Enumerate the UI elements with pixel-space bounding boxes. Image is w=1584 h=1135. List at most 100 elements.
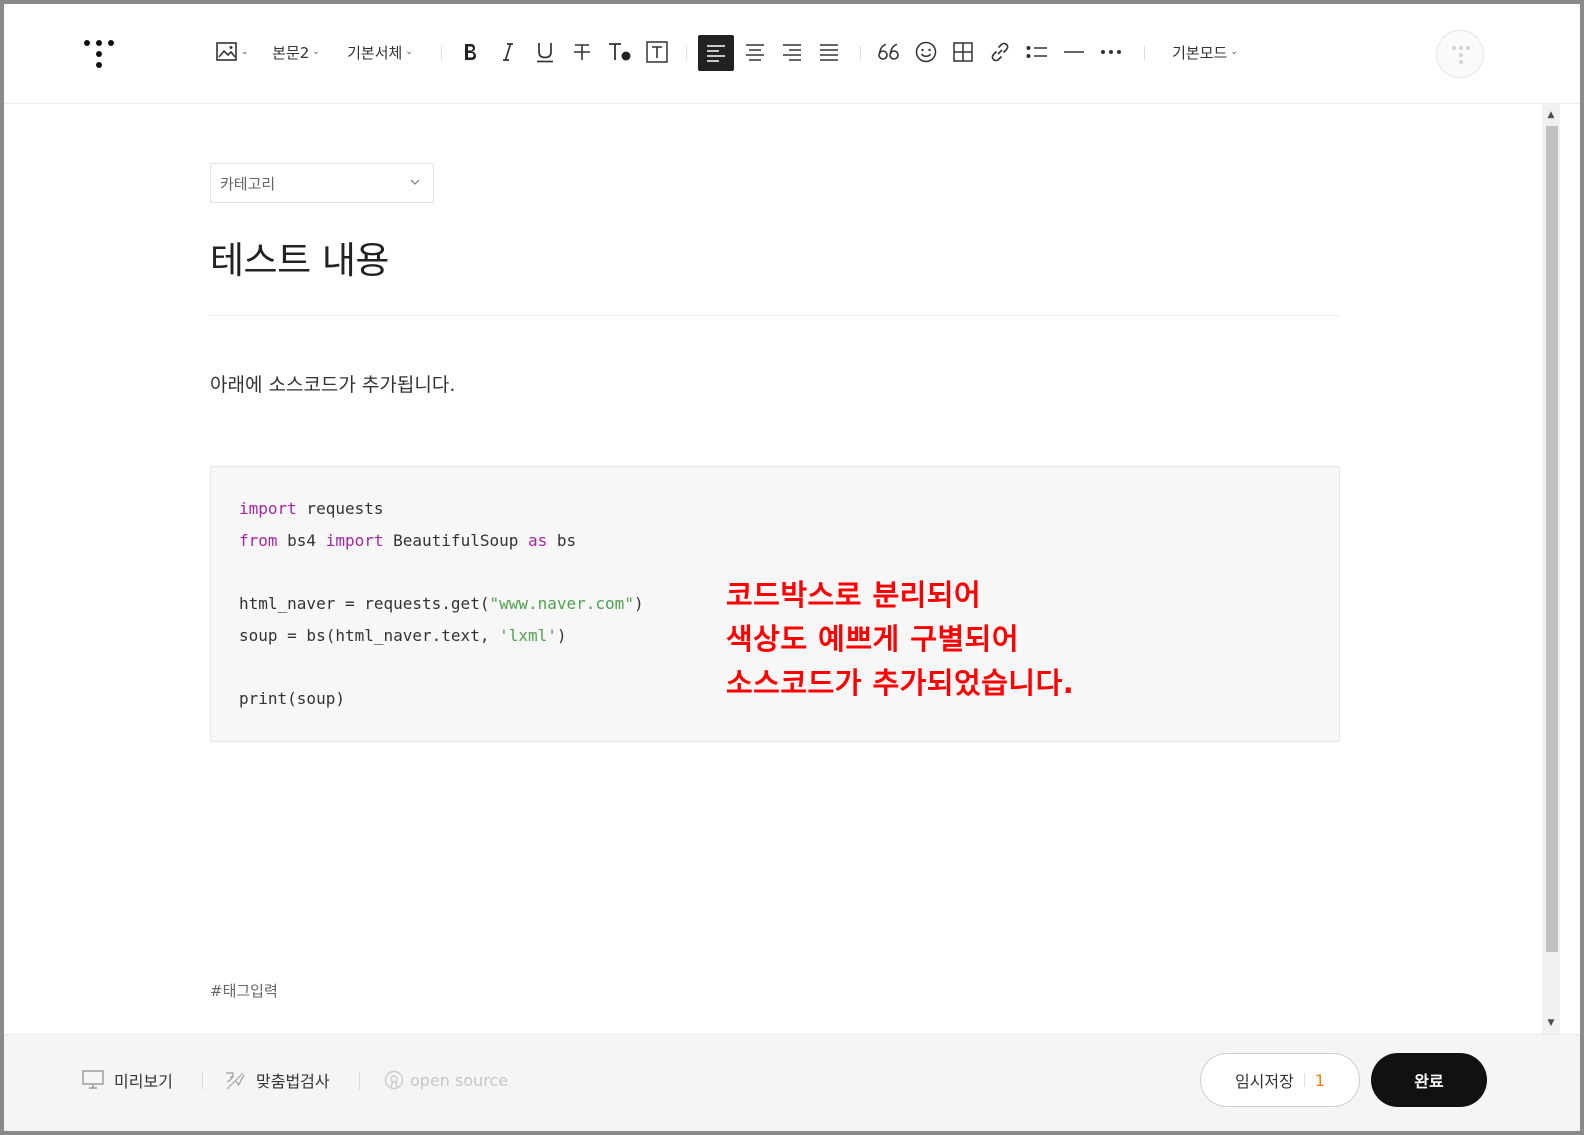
align-justify-button[interactable] xyxy=(814,34,844,70)
open-source-label: open source xyxy=(410,1070,509,1090)
align-right-icon xyxy=(783,44,801,61)
code-line: import requests xyxy=(239,499,384,518)
category-label: 카테고리 xyxy=(220,174,276,193)
open-source-link[interactable]: open source xyxy=(384,1065,508,1095)
scrollbar-thumb[interactable] xyxy=(1546,126,1558,952)
paragraph-style-dropdown[interactable]: 본문2 ⌄ xyxy=(266,34,326,70)
temp-save-count: 1 xyxy=(1314,1070,1326,1090)
profile-avatar[interactable] xyxy=(1436,30,1484,78)
text-color-icon xyxy=(609,43,631,61)
tistory-logo-icon[interactable] xyxy=(82,36,118,72)
insert-image-button[interactable]: ⌄ xyxy=(212,34,252,70)
code-string: "www.naver.com" xyxy=(489,594,634,613)
align-center-button[interactable] xyxy=(740,34,770,70)
strikethrough-icon xyxy=(574,44,590,60)
code-keyword: as xyxy=(528,531,548,550)
underline-icon xyxy=(537,43,553,63)
scroll-down-arrow-icon[interactable]: ▼ xyxy=(1544,1016,1558,1030)
spellcheck-icon xyxy=(226,1072,245,1090)
scroll-up-arrow-icon[interactable]: ▲ xyxy=(1544,108,1558,122)
open-source-icon xyxy=(384,1070,404,1090)
code-text: print(soup) xyxy=(239,689,345,708)
bottombar-divider xyxy=(202,1072,203,1090)
done-button[interactable]: 완료 xyxy=(1371,1053,1487,1107)
align-center-icon xyxy=(746,44,764,61)
code-text: ) xyxy=(556,626,567,645)
code-string: 'lxml' xyxy=(499,626,557,645)
code-line: soup = bs(html_naver.text, 'lxml') xyxy=(239,626,567,645)
more-dots-icon xyxy=(1101,50,1121,54)
monitor-icon xyxy=(82,1070,104,1089)
toolbar-divider xyxy=(441,46,442,60)
spellcheck-button[interactable]: 맞춤법검사 xyxy=(224,1065,330,1095)
quote-button[interactable] xyxy=(874,34,904,70)
toolbar-divider xyxy=(686,46,687,60)
table-button[interactable] xyxy=(948,34,978,70)
text-color-button[interactable] xyxy=(605,34,635,70)
quote-icon xyxy=(878,43,899,60)
code-keyword: import xyxy=(239,499,297,518)
annotation-line-3: 소스코드가 추가되었습니다. xyxy=(726,666,1075,700)
code-line: from bs4 import BeautifulSoup as bs xyxy=(239,531,576,550)
editor-mode-label: 기본모드 xyxy=(1172,43,1228,62)
font-family-label: 기본서체 xyxy=(347,43,403,62)
align-right-button[interactable] xyxy=(777,34,807,70)
bullet-list-button[interactable] xyxy=(1022,34,1052,70)
paragraph-style-label: 본문2 xyxy=(272,43,310,62)
strikethrough-button[interactable] xyxy=(568,34,596,70)
bottombar-divider xyxy=(359,1072,360,1090)
text-background-button[interactable] xyxy=(642,34,672,70)
bottom-action-bar: 미리보기 맞춤법검사 open source 임시저장 1 완료 xyxy=(4,1034,1580,1131)
toolbar-divider xyxy=(860,46,861,60)
italic-icon xyxy=(503,43,513,61)
title-divider xyxy=(210,315,1340,316)
code-text: bs4 xyxy=(277,531,326,550)
chevron-down-icon: ⌄ xyxy=(405,47,413,57)
chevron-down-icon: ⌄ xyxy=(240,47,249,57)
editor-mode-dropdown[interactable]: 기본모드 ⌄ xyxy=(1162,34,1248,70)
bold-button[interactable] xyxy=(456,34,484,70)
italic-button[interactable] xyxy=(494,34,522,70)
code-text: bs xyxy=(547,531,577,550)
smiley-icon xyxy=(915,41,937,63)
temp-save-divider xyxy=(1303,1073,1305,1087)
link-icon xyxy=(991,42,1009,62)
temp-save-label: 임시저장 xyxy=(1234,1072,1294,1091)
code-text: soup = bs(html_naver.text, xyxy=(239,626,500,645)
editor-toolbar: ⌄ 본문2 ⌄ 기본서체 ⌄ 기본모드 ⌄ xyxy=(4,4,1580,104)
spellcheck-label: 맞춤법검사 xyxy=(256,1072,330,1091)
post-title-input[interactable]: 테스트 내용 xyxy=(210,230,389,284)
image-icon xyxy=(215,42,237,61)
body-paragraph[interactable]: 아래에 소스코드가 추가됩니다. xyxy=(210,370,455,397)
chevron-down-icon: ⌄ xyxy=(1230,47,1238,57)
tag-input[interactable]: #태그입력 xyxy=(210,980,278,1001)
link-button[interactable] xyxy=(985,34,1015,70)
code-line: html_naver = requests.get("www.naver.com… xyxy=(239,594,644,613)
underline-button[interactable] xyxy=(531,34,559,70)
preview-button[interactable]: 미리보기 xyxy=(82,1065,173,1095)
more-options-button[interactable] xyxy=(1096,34,1126,70)
horizontal-line-icon xyxy=(1064,51,1084,53)
annotation-line-2: 색상도 예쁘게 구별되어 xyxy=(726,622,1019,656)
editor-window: ⌄ 본문2 ⌄ 기본서체 ⌄ 기본모드 ⌄ ▲ ▼ 카테고리 테스트 내용 아래… xyxy=(0,0,1584,1135)
code-text: ) xyxy=(633,594,644,613)
code-text: html_naver = requests.get( xyxy=(239,594,490,613)
horizontal-rule-button[interactable] xyxy=(1059,34,1089,70)
font-family-dropdown[interactable]: 기본서체 ⌄ xyxy=(338,34,422,70)
code-line: print(soup) xyxy=(239,689,345,708)
category-select[interactable]: 카테고리 xyxy=(210,163,434,203)
align-justify-icon xyxy=(820,44,838,61)
bullet-list-icon xyxy=(1026,46,1047,58)
preview-label: 미리보기 xyxy=(114,1072,173,1091)
annotation-line-1: 코드박스로 분리되어 xyxy=(726,578,982,612)
chevron-down-icon: ⌄ xyxy=(312,47,320,57)
code-text: BeautifulSoup xyxy=(383,531,528,550)
code-keyword: import xyxy=(325,531,384,550)
code-text: requests xyxy=(296,499,384,518)
bold-icon xyxy=(465,44,476,60)
align-left-button[interactable] xyxy=(698,35,734,71)
table-icon xyxy=(953,42,973,62)
align-left-icon xyxy=(707,45,725,62)
emoticon-button[interactable] xyxy=(911,34,941,70)
temp-save-button[interactable]: 임시저장 1 xyxy=(1200,1053,1360,1107)
